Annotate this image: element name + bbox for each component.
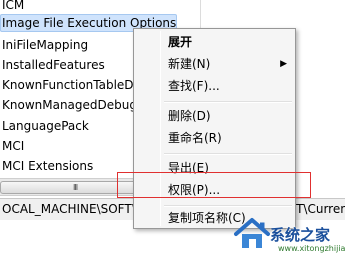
- tree-item-inifilemapping[interactable]: IniFileMapping: [0, 36, 88, 54]
- menu-item-find-label: 查找(F)...: [168, 79, 220, 93]
- submenu-arrow-icon: ▶: [280, 59, 287, 69]
- scrollbar-grip-icon: III: [73, 183, 78, 192]
- watermark-site-name: 系统之家: [270, 226, 331, 244]
- menu-item-rename[interactable]: 重命名(R): [136, 127, 293, 149]
- menu-item-new[interactable]: 新建(N) ▶: [136, 53, 293, 75]
- menu-separator: [164, 101, 292, 103]
- tree-item-mci[interactable]: MCI: [0, 137, 24, 155]
- menu-item-new-label: 新建(N): [168, 57, 211, 71]
- house-logo-icon: [232, 214, 272, 254]
- menu-item-expand[interactable]: 展开: [136, 31, 293, 53]
- tree-item-languagepack[interactable]: LanguagePack: [0, 117, 89, 135]
- menu-separator: [164, 153, 292, 155]
- tree-item-mci-extensions[interactable]: MCI Extensions: [0, 157, 93, 175]
- menu-item-delete-label: 删除(D): [168, 109, 211, 123]
- menu-item-delete[interactable]: 删除(D): [136, 105, 293, 127]
- menu-item-expand-label: 展开: [168, 35, 193, 49]
- watermark-url: www.xitongzhijia.net: [278, 244, 345, 253]
- menu-item-find[interactable]: 查找(F)...: [136, 75, 293, 97]
- tree-item-icm[interactable]: ICM: [0, 0, 24, 14]
- tree-item-installedfeatures[interactable]: InstalledFeatures: [0, 56, 105, 74]
- site-watermark: 系统之家 www.xitongzhijia.net: [232, 188, 345, 269]
- tree-item-knownfunctiontabledlls[interactable]: KnownFunctionTableDlls: [0, 76, 146, 94]
- menu-item-rename-label: 重命名(R): [168, 131, 222, 145]
